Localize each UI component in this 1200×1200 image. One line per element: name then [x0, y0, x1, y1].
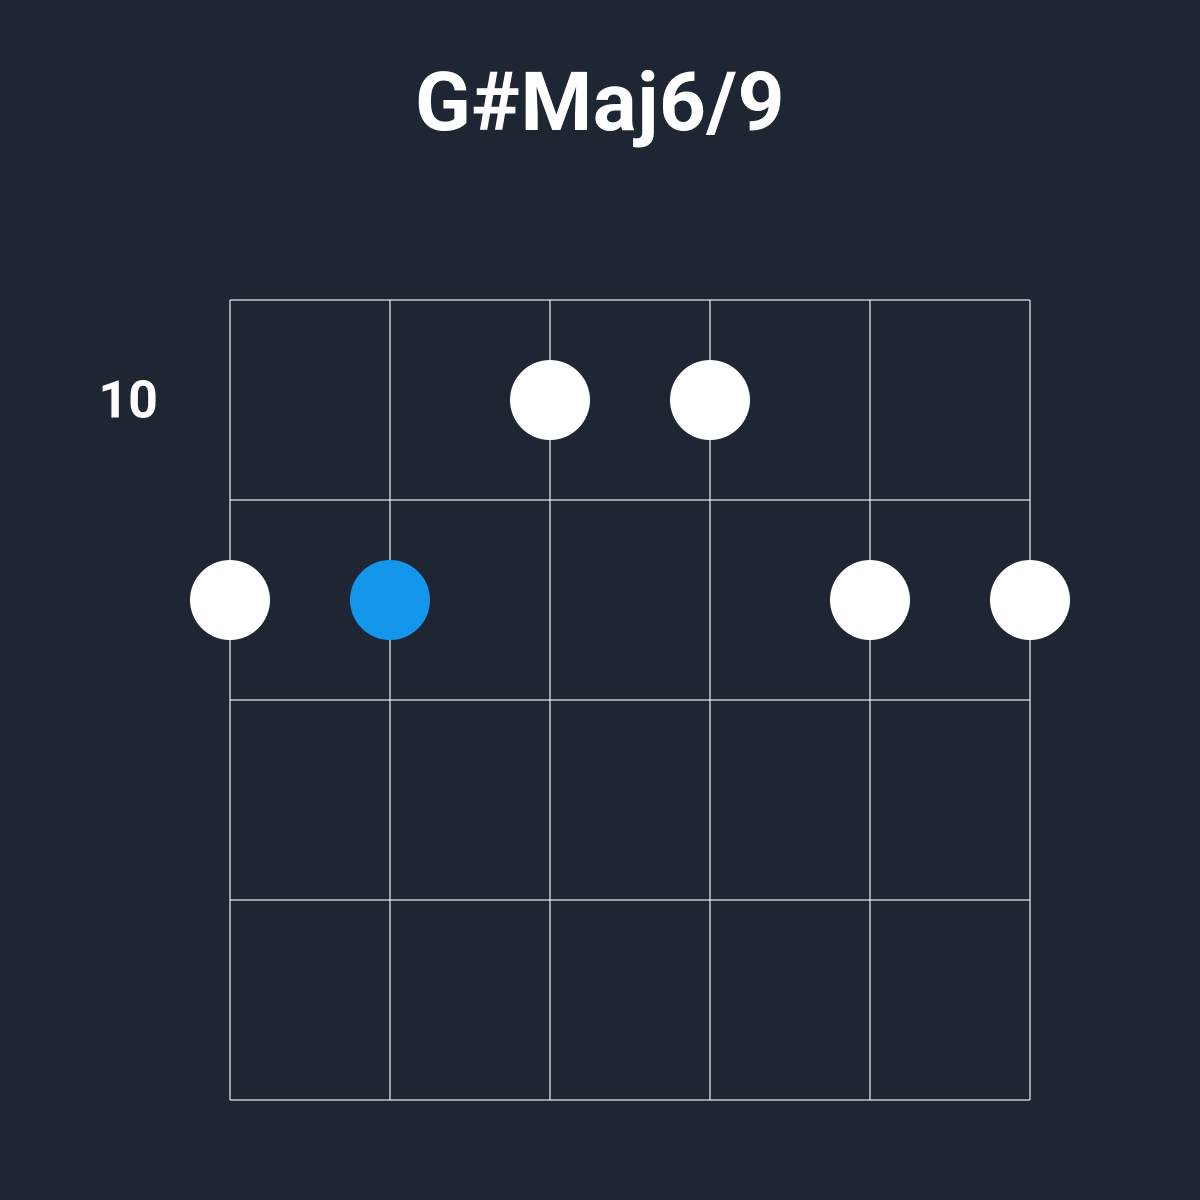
chord-dot [830, 560, 910, 640]
fret-line [230, 699, 1030, 701]
chord-dot [190, 560, 270, 640]
fretboard [230, 300, 1030, 1100]
chord-dot-root [350, 560, 430, 640]
chord-title: G#Maj6/9 [0, 55, 1200, 151]
fret-line [230, 1099, 1030, 1101]
chord-diagram: G#Maj6/9 10 [0, 0, 1200, 1200]
chord-dot [510, 360, 590, 440]
chord-dot [670, 360, 750, 440]
fret-number-label: 10 [98, 370, 158, 431]
fret-line [230, 299, 1030, 301]
fret-line [230, 499, 1030, 501]
chord-dot [990, 560, 1070, 640]
fret-line [230, 899, 1030, 901]
